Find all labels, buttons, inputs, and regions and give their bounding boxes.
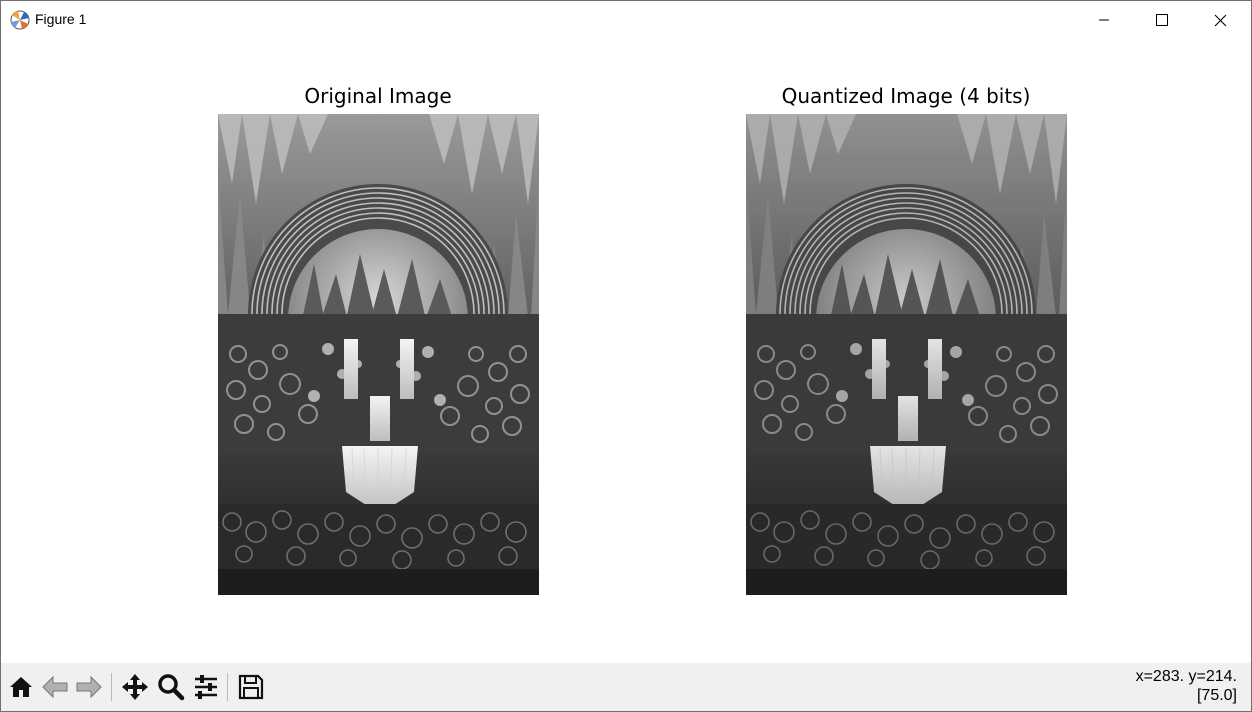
minimize-icon: [1099, 19, 1109, 21]
home-icon: [10, 677, 32, 697]
right-axes-title: Quantized Image (4 bits): [781, 84, 1031, 108]
configure-subplots-button[interactable]: [190, 671, 222, 703]
title-bar: Figure 1: [1, 1, 1251, 39]
maximize-button[interactable]: [1133, 1, 1191, 39]
zoom-button[interactable]: [155, 671, 187, 703]
maximize-icon: [1156, 14, 1168, 26]
toolbar-separator: [227, 673, 228, 701]
configure-subplots-icon: [195, 675, 217, 699]
close-icon: [1214, 14, 1226, 26]
figure-canvas[interactable]: Original Image Quantized Image (4 bits): [1, 39, 1251, 663]
matplotlib-icon: [9, 9, 31, 31]
zoom-icon: [158, 674, 185, 701]
close-button[interactable]: [1191, 1, 1249, 39]
coords-line-2: [75.0]: [1196, 687, 1237, 704]
toolbar-separator: [111, 673, 112, 701]
minimize-button[interactable]: [1075, 1, 1133, 39]
coords-line-1: x=283. y=214.: [1135, 668, 1237, 685]
figure-window: Figure 1 Original Image Quantized Image …: [0, 0, 1252, 712]
pan-button[interactable]: [119, 671, 151, 703]
left-axes-title: Original Image: [304, 84, 452, 108]
save-icon: [238, 674, 264, 700]
save-button[interactable]: [235, 671, 267, 703]
original-image[interactable]: [218, 114, 539, 595]
window-title: Figure 1: [35, 11, 87, 27]
pan-icon: [122, 674, 148, 700]
forward-icon: [76, 675, 102, 699]
back-button[interactable]: [39, 671, 71, 703]
coordinate-readout: x=283. y=214. [75.0]: [1136, 667, 1237, 705]
navigation-toolbar: x=283. y=214. [75.0]: [1, 663, 1251, 711]
home-button[interactable]: [5, 671, 37, 703]
forward-button[interactable]: [73, 671, 105, 703]
quantized-image[interactable]: [746, 114, 1067, 595]
back-icon: [42, 675, 68, 699]
